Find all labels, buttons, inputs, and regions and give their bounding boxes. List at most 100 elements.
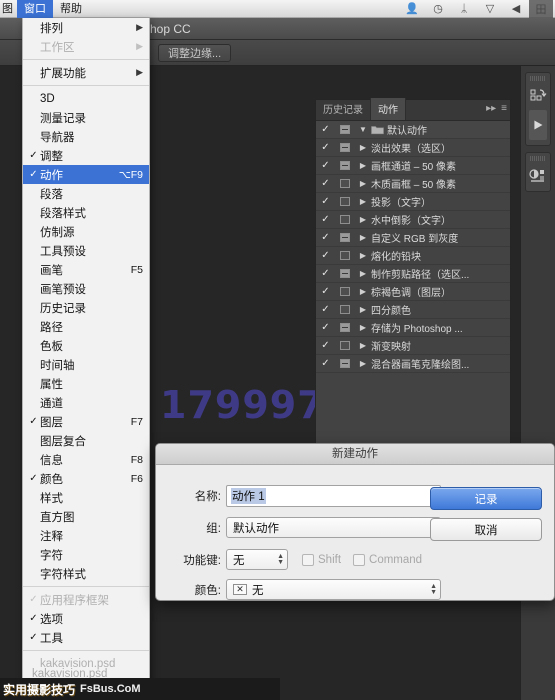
user-avatar-icon[interactable]: 👤 (399, 0, 425, 18)
window-menu-item[interactable]: 段落 (23, 184, 149, 203)
history-panel-icon[interactable] (526, 84, 550, 108)
actions-panel-tab-0[interactable]: 历史记录 (316, 98, 371, 120)
window-dropdown-menu[interactable]: 排列▶工作区▶扩展功能▶3D测量记录导航器✓调整✓动作⌥F9段落段落样式仿制源工… (22, 18, 150, 686)
action-set-select[interactable]: 默认动作 ▲▼ (226, 517, 441, 538)
window-menu-item[interactable]: ✓应用程序框架 (23, 590, 149, 609)
adjustments-panel-icon[interactable] (526, 164, 550, 188)
action-row[interactable]: ✓▶自定义 RGB 到灰度 (316, 229, 510, 247)
window-menu-item[interactable]: 历史记录 (23, 298, 149, 317)
chevron-right-icon[interactable]: ▶ (355, 143, 371, 152)
window-menu-item[interactable]: 扩展功能▶ (23, 63, 149, 82)
action-dialog-toggle[interactable] (335, 305, 355, 314)
action-name-input[interactable]: 动作 1 (226, 485, 441, 507)
chevron-right-icon[interactable]: ▶ (355, 305, 371, 314)
action-enable-checkbox[interactable]: ✓ (316, 250, 335, 261)
collapse-panel-icon[interactable]: ▸▸ (486, 103, 496, 114)
window-menu-item[interactable]: 通道 (23, 393, 149, 412)
window-menu-item[interactable]: 图层复合 (23, 431, 149, 450)
action-row[interactable]: ✓▶棕褐色调（图层） (316, 283, 510, 301)
action-row[interactable]: ✓▶木质画框 – 50 像素 (316, 175, 510, 193)
stepper-icon-3[interactable]: ▲▼ (430, 584, 437, 596)
window-menu-item[interactable]: 3D (23, 89, 149, 108)
action-enable-checkbox[interactable]: ✓ (316, 358, 335, 369)
actions-play-icon[interactable] (529, 110, 547, 140)
menubar-item-2[interactable]: 帮助 (53, 0, 89, 18)
window-menu-item[interactable]: 工作区▶ (23, 37, 149, 56)
action-row[interactable]: ✓▶存储为 Photoshop ... (316, 319, 510, 337)
action-enable-checkbox[interactable]: ✓ (316, 322, 335, 333)
window-menu-item[interactable]: 测量记录 (23, 108, 149, 127)
window-menu-item[interactable]: ✓颜色F6 (23, 469, 149, 488)
window-menu-item[interactable]: 路径 (23, 317, 149, 336)
wifi-icon[interactable]: ▽ (477, 0, 503, 18)
action-enable-checkbox[interactable]: ✓ (316, 232, 335, 243)
dock-grip-2[interactable] (530, 156, 546, 161)
action-dialog-toggle[interactable] (335, 143, 355, 152)
panel-menu-icon[interactable]: ≡ (501, 103, 507, 114)
chevron-right-icon[interactable]: ▶ (355, 341, 371, 350)
action-enable-checkbox[interactable]: ✓ (316, 160, 335, 171)
input-source-icon[interactable]: 田 (529, 0, 553, 18)
chevron-right-icon[interactable]: ▶ (355, 161, 371, 170)
window-menu-item[interactable]: 注释 (23, 526, 149, 545)
bluetooth-icon[interactable]: ᛦ (451, 0, 477, 18)
action-row[interactable]: ✓▶投影（文字） (316, 193, 510, 211)
time-machine-icon[interactable]: ◷ (425, 0, 451, 18)
chevron-right-icon[interactable]: ▶ (355, 251, 371, 260)
shift-checkbox[interactable]: Shift (302, 554, 341, 566)
cancel-button[interactable]: 取消 (430, 518, 542, 541)
action-row[interactable]: ✓▶渐变映射 (316, 337, 510, 355)
chevron-right-icon[interactable]: ▶ (355, 233, 371, 242)
function-key-select[interactable]: 无 ▲▼ (226, 549, 288, 570)
window-menu-item[interactable]: ✓选项 (23, 609, 149, 628)
window-menu-item[interactable]: 仿制源 (23, 222, 149, 241)
chevron-right-icon[interactable]: ▶ (355, 359, 371, 368)
action-enable-checkbox[interactable]: ✓ (316, 142, 335, 153)
stepper-icon-2[interactable]: ▲▼ (277, 554, 284, 566)
window-menu-item[interactable]: 画笔F5 (23, 260, 149, 279)
window-menu-item[interactable]: ✓工具 (23, 628, 149, 647)
chevron-right-icon[interactable]: ▶ (355, 287, 371, 296)
volume-icon[interactable]: ◀ (503, 0, 529, 18)
window-menu-item[interactable]: 段落样式 (23, 203, 149, 222)
actions-list[interactable]: ✓▼默认动作✓▶淡出效果（选区）✓▶画框通道 – 50 像素✓▶木质画框 – 5… (316, 121, 510, 461)
action-enable-checkbox[interactable]: ✓ (316, 178, 335, 189)
action-dialog-toggle[interactable] (335, 251, 355, 260)
window-menu-item[interactable]: 导航器 (23, 127, 149, 146)
action-row[interactable]: ✓▶熔化的铅块 (316, 247, 510, 265)
command-checkbox[interactable]: Command (353, 554, 422, 566)
refine-edge-button[interactable]: 调整边缘... (158, 44, 231, 62)
action-row[interactable]: ✓▶淡出效果（选区） (316, 139, 510, 157)
action-row[interactable]: ✓▶制作剪贴路径（选区... (316, 265, 510, 283)
action-dialog-toggle[interactable] (335, 179, 355, 188)
chevron-right-icon[interactable]: ▶ (355, 323, 371, 332)
window-menu-item[interactable]: 排列▶ (23, 18, 149, 37)
action-row[interactable]: ✓▶画框通道 – 50 像素 (316, 157, 510, 175)
chevron-down-icon[interactable]: ▼ (355, 125, 371, 134)
window-menu-item[interactable]: ✓图层F7 (23, 412, 149, 431)
action-enable-checkbox[interactable]: ✓ (316, 340, 335, 351)
action-dialog-toggle[interactable] (335, 269, 355, 278)
chevron-right-icon[interactable]: ▶ (355, 215, 371, 224)
menubar-item-1[interactable]: 窗口 (17, 0, 53, 18)
chevron-right-icon[interactable]: ▶ (355, 269, 371, 278)
window-menu-item[interactable]: 字符 (23, 545, 149, 564)
action-dialog-toggle[interactable] (335, 125, 355, 134)
action-row[interactable]: ✓▶混合器画笔克隆绘图... (316, 355, 510, 373)
action-dialog-toggle[interactable] (335, 197, 355, 206)
action-dialog-toggle[interactable] (335, 287, 355, 296)
action-row[interactable]: ✓▶四分颜色 (316, 301, 510, 319)
window-menu-item[interactable]: 样式 (23, 488, 149, 507)
window-menu-item[interactable]: 信息F8 (23, 450, 149, 469)
action-row[interactable]: ✓▼默认动作 (316, 121, 510, 139)
action-dialog-toggle[interactable] (335, 161, 355, 170)
action-dialog-toggle[interactable] (335, 215, 355, 224)
action-dialog-toggle[interactable] (335, 323, 355, 332)
chevron-right-icon[interactable]: ▶ (355, 197, 371, 206)
action-enable-checkbox[interactable]: ✓ (316, 124, 335, 135)
window-menu-item[interactable]: 工具预设 (23, 241, 149, 260)
window-menu-item[interactable]: ✓调整 (23, 146, 149, 165)
chevron-right-icon[interactable]: ▶ (355, 179, 371, 188)
color-select[interactable]: ✕ 无 ▲▼ (226, 579, 441, 600)
actions-panel-tab-1[interactable]: 动作 (371, 98, 406, 120)
